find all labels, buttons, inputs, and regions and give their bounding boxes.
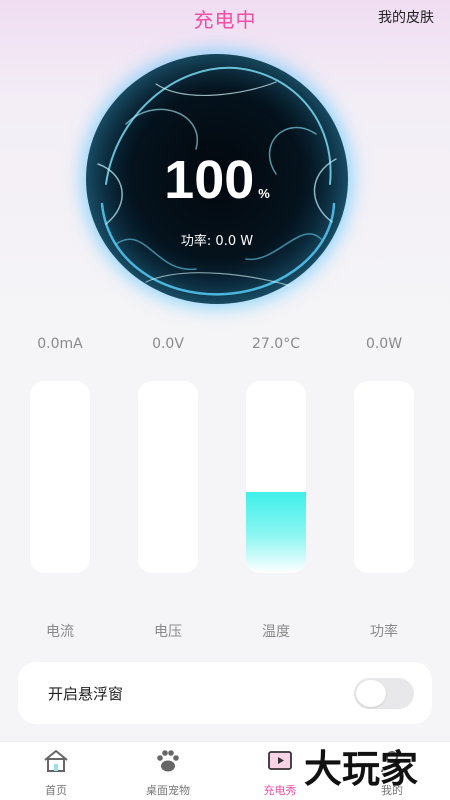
floating-window-label: 开启悬浮窗 bbox=[48, 685, 124, 703]
orb-circle: 100% 功率: 0.0 W bbox=[86, 54, 348, 304]
charging-orb: 100% 功率: 0.0 W bbox=[80, 48, 356, 310]
temperature-value: 27.0°C bbox=[252, 336, 300, 352]
temperature-bar-fill bbox=[246, 492, 306, 573]
battery-percent-unit: % bbox=[258, 186, 270, 201]
bottom-tab-bar: 首页 桌面宠物 充电秀 我的 bbox=[0, 741, 450, 800]
power-value: 0.0W bbox=[365, 336, 403, 352]
power-label: 功率 bbox=[370, 624, 398, 640]
person-icon bbox=[381, 751, 403, 773]
toggle-knob bbox=[356, 680, 386, 707]
current-bar bbox=[30, 381, 90, 573]
power-readout: 功率: 0.0 W bbox=[180, 234, 254, 249]
power-bar bbox=[354, 381, 414, 573]
tab-desktop-pet-label: 桌面宠物 bbox=[146, 784, 190, 797]
voltage-label: 电压 bbox=[154, 624, 182, 640]
tab-desktop-pet[interactable]: 桌面宠物 bbox=[112, 742, 224, 800]
metric-labels-row: 电流 电压 温度 功率 bbox=[0, 621, 450, 643]
home-icon bbox=[44, 750, 68, 772]
play-screen-icon bbox=[268, 751, 292, 770]
battery-percent: 100% bbox=[86, 150, 348, 224]
voltage-value: 0.0V bbox=[152, 336, 184, 352]
metric-values-row: 0.0mA 0.0V 27.0°C 0.0W bbox=[0, 336, 450, 358]
paw-icon bbox=[157, 750, 179, 772]
temperature-bar bbox=[246, 381, 306, 573]
temperature-label: 温度 bbox=[262, 624, 290, 640]
current-value: 0.0mA bbox=[37, 336, 83, 352]
voltage-bar bbox=[138, 381, 198, 573]
floating-window-toggle[interactable] bbox=[354, 678, 414, 709]
tab-charging-show-label: 充电秀 bbox=[263, 784, 297, 797]
tab-home-label: 首页 bbox=[45, 784, 67, 797]
my-skin-button[interactable]: 我的皮肤 bbox=[378, 7, 434, 27]
battery-percent-value: 100 bbox=[164, 150, 255, 210]
tab-home[interactable]: 首页 bbox=[0, 742, 112, 800]
tab-mine[interactable]: 我的 bbox=[336, 742, 448, 800]
tab-mine-label: 我的 bbox=[381, 784, 403, 797]
current-label: 电流 bbox=[46, 624, 74, 640]
tab-charging-show[interactable]: 充电秀 bbox=[224, 742, 336, 800]
header: 充电中 我的皮肤 bbox=[0, 0, 450, 34]
floating-window-card: 开启悬浮窗 bbox=[18, 662, 432, 724]
